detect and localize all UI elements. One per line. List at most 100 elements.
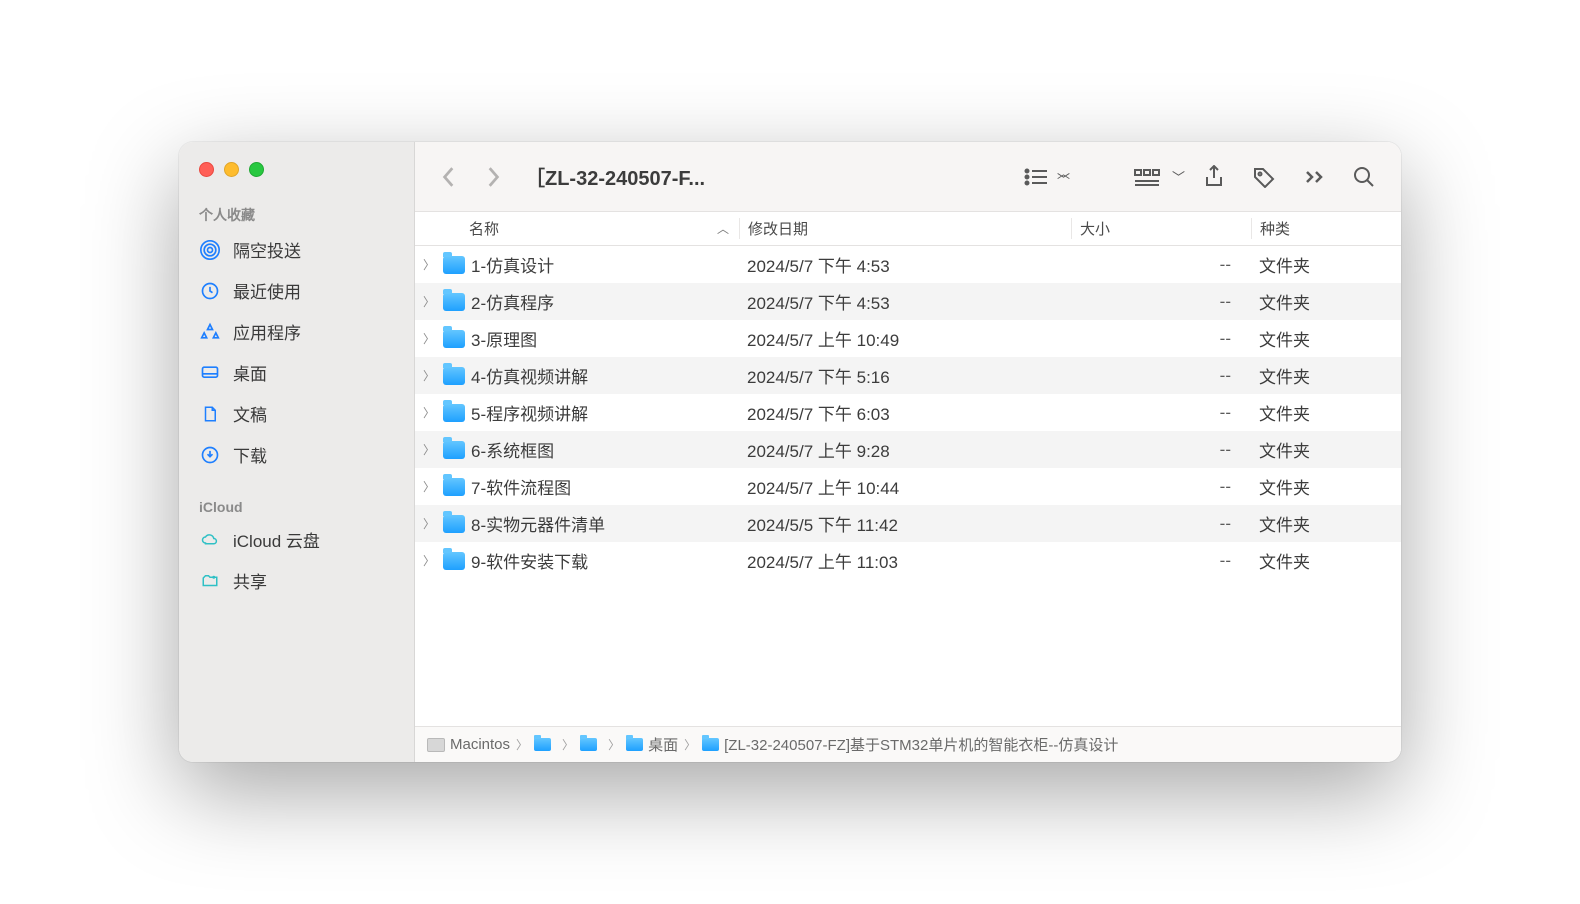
column-headers: 名称 ︿ 修改日期 大小 种类 [415, 212, 1401, 246]
search-button[interactable] [1343, 159, 1385, 195]
more-button[interactable] [1293, 159, 1335, 195]
folder-icon [443, 404, 465, 422]
column-header-size[interactable]: 大小 [1071, 218, 1251, 239]
disclosure-triangle-icon[interactable]: 〉 [423, 478, 437, 495]
path-label: Macintos [450, 736, 510, 753]
table-row[interactable]: 〉1-仿真设计2024/5/7 下午 4:53--文件夹 [415, 246, 1401, 283]
path-segment-disk[interactable]: Macintos [427, 736, 510, 753]
file-kind: 文件夹 [1251, 400, 1401, 425]
file-size: -- [1071, 477, 1251, 497]
folder-icon [443, 293, 465, 311]
window-title: ［ZL-32-240507-F... [525, 162, 705, 191]
doc-icon [199, 403, 221, 425]
sidebar: 个人收藏 隔空投送 最近使用 应用程序 桌面 文稿 下载 iCloud [179, 142, 415, 762]
disclosure-triangle-icon[interactable]: 〉 [423, 367, 437, 384]
file-name: 6-系统框图 [471, 437, 554, 462]
minimize-button[interactable] [224, 162, 239, 177]
folder-icon [443, 330, 465, 348]
table-row[interactable]: 〉2-仿真程序2024/5/7 下午 4:53--文件夹 [415, 283, 1401, 320]
path-label: [ZL-32-240507-FZ]基于STM32单片机的智能衣柜--仿真设计 [724, 734, 1118, 755]
sidebar-item-documents[interactable]: 文稿 [179, 393, 414, 434]
file-list[interactable]: 〉1-仿真设计2024/5/7 下午 4:53--文件夹〉2-仿真程序2024/… [415, 246, 1401, 726]
file-size: -- [1071, 255, 1251, 275]
sidebar-item-applications[interactable]: 应用程序 [179, 311, 414, 352]
disclosure-triangle-icon[interactable]: 〉 [423, 330, 437, 347]
table-row[interactable]: 〉4-仿真视频讲解2024/5/7 下午 5:16--文件夹 [415, 357, 1401, 394]
file-kind: 文件夹 [1251, 437, 1401, 462]
group-by-button[interactable]: ﹀ [1126, 159, 1185, 195]
table-row[interactable]: 〉5-程序视频讲解2024/5/7 下午 6:03--文件夹 [415, 394, 1401, 431]
path-separator: 〉 [682, 736, 698, 753]
folder-icon [443, 441, 465, 459]
sidebar-item-recents[interactable]: 最近使用 [179, 270, 414, 311]
sidebar-item-label: 下载 [233, 442, 267, 467]
disk-icon [427, 738, 445, 752]
column-header-date[interactable]: 修改日期 [739, 218, 1071, 239]
file-size: -- [1071, 440, 1251, 460]
file-size: -- [1071, 366, 1251, 386]
folder-icon [443, 478, 465, 496]
download-icon [199, 444, 221, 466]
folder-icon [443, 367, 465, 385]
file-date: 2024/5/7 上午 9:28 [739, 437, 1071, 462]
file-date: 2024/5/5 下午 11:42 [739, 511, 1071, 536]
path-separator: 〉 [606, 736, 622, 753]
sidebar-item-airdrop[interactable]: 隔空投送 [179, 229, 414, 270]
sidebar-item-shared[interactable]: 共享 [179, 560, 414, 601]
disclosure-triangle-icon[interactable]: 〉 [423, 293, 437, 310]
close-button[interactable] [199, 162, 214, 177]
file-kind: 文件夹 [1251, 289, 1401, 314]
column-header-name[interactable]: 名称 ︿ [415, 218, 739, 239]
file-date: 2024/5/7 上午 11:03 [739, 548, 1071, 573]
back-button[interactable] [431, 159, 467, 195]
path-segment-desktop[interactable]: 桌面 [626, 734, 678, 755]
column-header-kind[interactable]: 种类 [1251, 218, 1401, 239]
file-kind: 文件夹 [1251, 363, 1401, 388]
tags-button[interactable] [1243, 159, 1285, 195]
disclosure-triangle-icon[interactable]: 〉 [423, 552, 437, 569]
file-date: 2024/5/7 上午 10:49 [739, 326, 1071, 351]
zoom-button[interactable] [249, 162, 264, 177]
disclosure-triangle-icon[interactable]: 〉 [423, 256, 437, 273]
view-mode-button[interactable]: ︿﹀ [1015, 159, 1070, 195]
file-date: 2024/5/7 上午 10:44 [739, 474, 1071, 499]
clock-icon [199, 280, 221, 302]
sidebar-item-downloads[interactable]: 下载 [179, 434, 414, 475]
folder-icon [443, 515, 465, 533]
share-button[interactable] [1193, 159, 1235, 195]
file-date: 2024/5/7 下午 4:53 [739, 252, 1071, 277]
path-segment[interactable] [534, 738, 556, 751]
disclosure-triangle-icon[interactable]: 〉 [423, 441, 437, 458]
list-view-icon [1015, 159, 1057, 195]
sidebar-item-label: 桌面 [233, 360, 267, 385]
disclosure-triangle-icon[interactable]: 〉 [423, 515, 437, 532]
shared-folder-icon [199, 570, 221, 592]
group-icon [1126, 159, 1168, 195]
column-size-label: 大小 [1080, 221, 1110, 238]
finder-window: 个人收藏 隔空投送 最近使用 应用程序 桌面 文稿 下载 iCloud [179, 142, 1401, 762]
file-kind: 文件夹 [1251, 511, 1401, 536]
folder-icon [702, 738, 719, 751]
forward-button[interactable] [475, 159, 511, 195]
path-bar: Macintos 〉 〉 〉 桌面 〉 [ZL-32-240507-FZ]基于S… [415, 726, 1401, 762]
table-row[interactable]: 〉8-实物元器件清单2024/5/5 下午 11:42--文件夹 [415, 505, 1401, 542]
sidebar-item-desktop[interactable]: 桌面 [179, 352, 414, 393]
table-row[interactable]: 〉7-软件流程图2024/5/7 上午 10:44--文件夹 [415, 468, 1401, 505]
table-row[interactable]: 〉 6-系统框图 2024/5/7 上午 9:28--文件夹 [415, 431, 1401, 468]
disclosure-triangle-icon[interactable]: 〉 [423, 404, 437, 421]
file-date: 2024/5/7 下午 4:53 [739, 289, 1071, 314]
folder-icon [443, 256, 465, 274]
column-kind-label: 种类 [1260, 221, 1290, 238]
file-kind: 文件夹 [1251, 474, 1401, 499]
sidebar-item-icloud-drive[interactable]: iCloud 云盘 [179, 519, 414, 560]
table-row[interactable]: 〉3-原理图2024/5/7 上午 10:49--文件夹 [415, 320, 1401, 357]
file-date: 2024/5/7 下午 6:03 [739, 400, 1071, 425]
cloud-icon [199, 529, 221, 551]
path-segment-current[interactable]: [ZL-32-240507-FZ]基于STM32单片机的智能衣柜--仿真设计 [702, 734, 1118, 755]
table-row[interactable]: 〉9-软件安装下载2024/5/7 上午 11:03--文件夹 [415, 542, 1401, 579]
sidebar-item-label: 文稿 [233, 401, 267, 426]
sidebar-item-label: 共享 [233, 568, 267, 593]
path-segment[interactable] [580, 738, 602, 751]
file-size: -- [1071, 514, 1251, 534]
file-size: -- [1071, 292, 1251, 312]
